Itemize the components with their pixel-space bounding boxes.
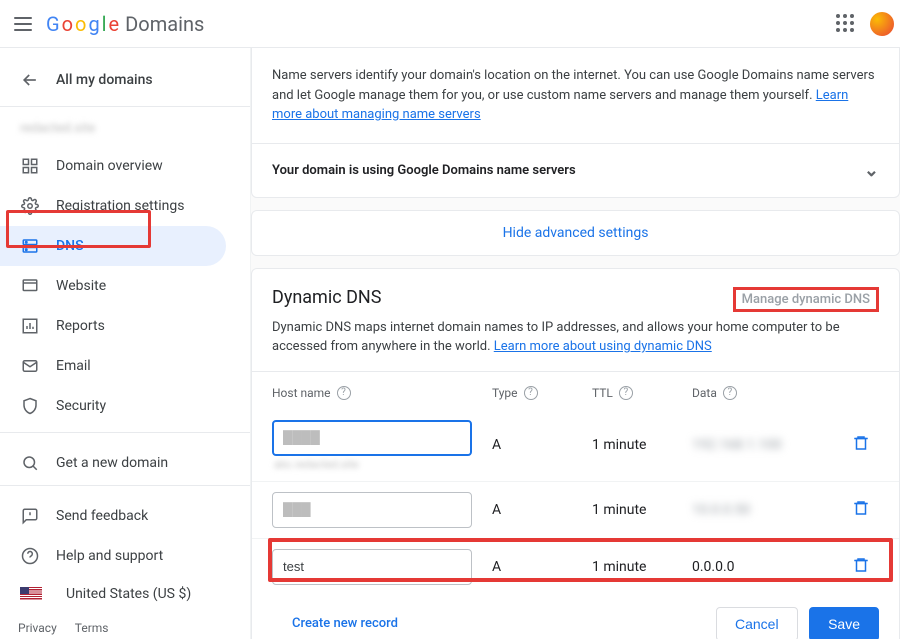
table-row: abc.redacted.site A 1 minute 192.168.1.1…	[252, 410, 899, 481]
privacy-link[interactable]: Privacy	[18, 621, 57, 635]
hostname-fqdn-subtext: abc.redacted.site	[274, 458, 492, 471]
app-header: Google Domains	[0, 0, 900, 48]
sidebar-item-website[interactable]: Website	[0, 266, 226, 306]
sidebar-item-label: Send feedback	[56, 508, 148, 524]
chevron-down-icon: ⌄	[864, 160, 879, 181]
table-row: A 1 minute 0.0.0.0	[252, 538, 899, 595]
dynamic-dns-card: Dynamic DNS Manage dynamic DNS Dynamic D…	[251, 268, 900, 639]
sidebar-item-overview[interactable]: Domain overview	[0, 146, 226, 186]
table-header: Host name? Type? TTL? Data?	[252, 372, 899, 410]
chart-icon	[20, 316, 40, 336]
help-icon[interactable]: ?	[524, 386, 538, 400]
sidebar-item-label: United States (US $)	[66, 586, 191, 602]
name-servers-status-row[interactable]: Your domain is using Google Domains name…	[252, 143, 899, 197]
dynamic-dns-title: Dynamic DNS	[272, 287, 381, 308]
hostname-input[interactable]	[272, 492, 472, 528]
table-row: A 1 minute 10.0.0.50	[252, 481, 899, 538]
main-content: Name servers identify your domain's loca…	[250, 48, 900, 639]
google-domains-logo[interactable]: Google Domains	[46, 12, 204, 36]
help-icon[interactable]: ?	[619, 386, 633, 400]
arrow-back-icon	[20, 70, 40, 90]
sidebar-item-label: Website	[56, 278, 106, 294]
sidebar-footer: Privacy Terms	[18, 621, 109, 635]
hostname-input[interactable]	[272, 420, 472, 456]
apps-icon[interactable]	[836, 14, 856, 34]
type-cell: A	[492, 502, 592, 518]
gear-icon	[20, 196, 40, 216]
delete-row-button[interactable]	[852, 556, 892, 578]
header-left: Google Domains	[12, 12, 204, 36]
name-servers-status-text: Your domain is using Google Domains name…	[272, 163, 576, 178]
learn-more-dyndns-link[interactable]: Learn more about using dynamic DNS	[494, 339, 712, 354]
header-right	[836, 10, 888, 38]
sidebar-help-support[interactable]: Help and support	[0, 536, 226, 576]
col-type: Type?	[492, 386, 592, 400]
sidebar-item-label: Registration settings	[56, 198, 184, 214]
sidebar-get-new-domain[interactable]: Get a new domain	[0, 443, 226, 483]
terms-link[interactable]: Terms	[75, 621, 109, 635]
delete-row-button[interactable]	[852, 499, 892, 521]
col-ttl: TTL?	[592, 386, 692, 400]
sidebar-item-label: Email	[56, 358, 91, 374]
sidebar-item-email[interactable]: Email	[0, 346, 226, 386]
menu-icon[interactable]	[12, 12, 36, 36]
email-icon	[20, 356, 40, 376]
help-icon[interactable]: ?	[337, 386, 351, 400]
dns-icon	[20, 236, 40, 256]
data-cell: 192.168.1.100	[692, 437, 852, 453]
ttl-cell: 1 minute	[592, 559, 692, 575]
feedback-icon	[20, 506, 40, 526]
dynamic-dns-description: Dynamic DNS maps internet domain names t…	[252, 318, 899, 371]
help-icon	[20, 546, 40, 566]
col-host: Host name?	[272, 386, 492, 400]
sidebar-send-feedback[interactable]: Send feedback	[0, 496, 226, 536]
dns-records-table: Host name? Type? TTL? Data? abc.redacted…	[252, 371, 899, 595]
sidebar-item-label: Reports	[56, 318, 105, 334]
ttl-cell: 1 minute	[592, 502, 692, 518]
sidebar-item-dns[interactable]: DNS	[0, 226, 226, 266]
sidebar-locale[interactable]: United States (US $)	[0, 576, 226, 612]
data-cell: 0.0.0.0	[692, 559, 852, 575]
sidebar-item-label: Security	[56, 398, 106, 414]
sidebar-item-reports[interactable]: Reports	[0, 306, 226, 346]
sidebar-item-label: Get a new domain	[56, 455, 168, 471]
manage-dynamic-dns-button[interactable]: Manage dynamic DNS	[733, 287, 879, 312]
cancel-button[interactable]: Cancel	[716, 607, 798, 639]
avatar[interactable]	[868, 10, 896, 38]
create-new-record-button[interactable]: Create new record	[292, 616, 398, 631]
sidebar-item-registration[interactable]: Registration settings	[0, 186, 226, 226]
back-label: All my domains	[56, 72, 153, 88]
name-servers-description: Name servers identify your domain's loca…	[252, 48, 899, 143]
save-button[interactable]: Save	[809, 607, 879, 639]
dashboard-icon	[20, 156, 40, 176]
data-cell: 10.0.0.50	[692, 502, 852, 518]
col-data: Data?	[692, 386, 852, 400]
flag-us-icon	[20, 587, 42, 601]
help-icon[interactable]: ?	[723, 386, 737, 400]
search-icon	[20, 453, 40, 473]
sidebar-item-label: DNS	[56, 238, 84, 254]
website-icon	[20, 276, 40, 296]
back-all-domains[interactable]: All my domains	[0, 56, 250, 104]
sidebar-item-label: Help and support	[56, 548, 163, 564]
hide-advanced-settings-button[interactable]: Hide advanced settings	[251, 210, 900, 256]
delete-row-button[interactable]	[852, 434, 892, 456]
hostname-input[interactable]	[272, 549, 472, 585]
ttl-cell: 1 minute	[592, 437, 692, 453]
sidebar-item-security[interactable]: Security	[0, 386, 226, 426]
type-cell: A	[492, 437, 592, 453]
name-servers-card: Name servers identify your domain's loca…	[251, 48, 900, 198]
type-cell: A	[492, 559, 592, 575]
sidebar-item-label: Domain overview	[56, 158, 163, 174]
current-domain: redacted.site	[0, 117, 250, 146]
sidebar: All my domains redacted.site Domain over…	[0, 48, 250, 639]
shield-icon	[20, 396, 40, 416]
table-footer: Create new record Cancel Save	[252, 595, 899, 639]
